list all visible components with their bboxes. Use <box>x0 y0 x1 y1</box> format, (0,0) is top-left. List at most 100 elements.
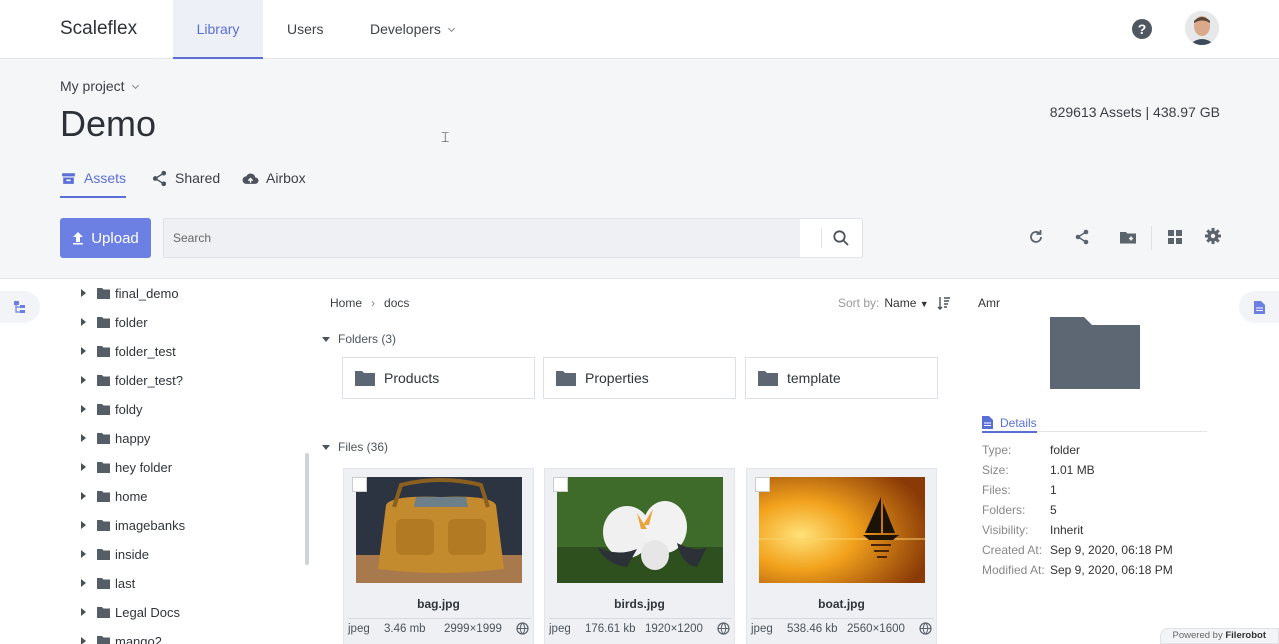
settings-icon[interactable] <box>1204 227 1222 245</box>
file-card[interactable]: boat.jpg jpeg 538.46 kb 2560×1600 <box>746 468 937 644</box>
tree-item[interactable]: home <box>81 486 148 506</box>
tree-item[interactable]: Legal Docs <box>81 602 180 622</box>
boat-image <box>759 477 925 583</box>
sort-selector[interactable]: Sort by: Name ▼ <box>838 296 929 310</box>
project-selector[interactable]: My project <box>60 78 139 94</box>
tree-item[interactable]: foldy <box>81 399 142 419</box>
detail-row: Visibility: Inherit <box>982 523 1083 537</box>
sort-icon[interactable] <box>937 296 951 310</box>
caret-right-icon[interactable] <box>81 637 86 644</box>
tree-item[interactable]: last <box>81 573 135 593</box>
caret-right-icon[interactable] <box>81 521 86 529</box>
caret-right-icon[interactable] <box>81 579 86 587</box>
new-folder-icon[interactable] <box>1119 228 1137 246</box>
chevron-down-icon <box>447 24 455 33</box>
files-section-toggle[interactable]: Files (36) <box>322 440 388 454</box>
caret-right-icon[interactable] <box>81 492 86 500</box>
caret-right-icon[interactable] <box>81 347 86 355</box>
file-meta: jpeg 538.46 kb 2560×1600 <box>751 618 934 638</box>
caret-right-icon[interactable] <box>81 376 86 384</box>
tree-scrollbar[interactable] <box>305 453 309 565</box>
caret-right-icon[interactable] <box>81 608 86 616</box>
tab-label: Shared <box>175 170 221 186</box>
tree-item-label: final_demo <box>115 285 179 301</box>
caret-right-icon[interactable] <box>81 289 86 297</box>
file-card[interactable]: birds.jpg jpeg 176.61 kb 1920×1200 <box>544 468 735 644</box>
breadcrumb-home[interactable]: Home <box>330 296 362 310</box>
folder-icon <box>97 577 110 589</box>
details-toggle-button[interactable] <box>1239 291 1279 323</box>
upload-icon <box>73 232 84 245</box>
tree-item-label: last <box>115 575 136 591</box>
globe-icon <box>919 622 932 635</box>
grid-view-icon[interactable] <box>1166 228 1184 246</box>
caret-right-icon[interactable] <box>81 550 86 558</box>
tab-shared[interactable]: Shared <box>151 170 220 198</box>
caret-right-icon[interactable] <box>81 434 86 442</box>
top-navbar: Scaleflex Library Users Developers ? <box>0 0 1279 59</box>
tree-item-label: Legal Docs <box>115 604 181 620</box>
tree-item[interactable]: mango2 <box>81 631 162 644</box>
file-thumbnail[interactable] <box>557 477 723 583</box>
tree-item[interactable]: inside <box>81 544 149 564</box>
share-icon[interactable] <box>1073 228 1091 246</box>
breadcrumb: Home › docs <box>330 296 409 310</box>
nav-tab-users[interactable]: Users <box>287 0 324 59</box>
caret-right-icon[interactable] <box>81 318 86 326</box>
folder-icon <box>97 374 110 386</box>
tree-toggle-button[interactable] <box>0 291 40 323</box>
detail-value: 1.01 MB <box>1050 463 1095 477</box>
tab-airbox[interactable]: Airbox <box>242 170 306 198</box>
search-icon[interactable] <box>832 229 850 247</box>
select-checkbox[interactable] <box>755 477 770 492</box>
tree-item[interactable]: folder_test <box>81 341 176 361</box>
folder-card[interactable]: template <box>745 357 938 399</box>
share-icon <box>152 170 167 187</box>
file-thumbnail[interactable] <box>759 477 925 583</box>
folder-card[interactable]: Properties <box>543 357 736 399</box>
caret-down-icon <box>322 444 330 450</box>
detail-row: Modified At: Sep 9, 2020, 06:18 PM <box>982 563 1173 577</box>
select-checkbox[interactable] <box>553 477 568 492</box>
folders-section-toggle[interactable]: Folders (3) <box>322 332 396 346</box>
avatar[interactable] <box>1185 11 1219 45</box>
detail-key: Folders: <box>982 503 1026 517</box>
breadcrumb-current: docs <box>384 296 410 310</box>
caret-right-icon[interactable] <box>81 405 86 413</box>
tree-item-label: happy <box>115 430 151 446</box>
text-cursor-icon: ⌶ <box>441 129 450 145</box>
details-toggle-icon <box>1253 300 1265 314</box>
refresh-icon[interactable] <box>1027 228 1045 246</box>
caret-right-icon[interactable] <box>81 463 86 471</box>
details-tab[interactable]: Details <box>982 414 1207 433</box>
file-card[interactable]: bag.jpg jpeg 3.46 mb 2999×1999 <box>343 468 534 644</box>
tab-assets[interactable]: Assets <box>60 170 127 198</box>
nav-tab-library[interactable]: Library <box>173 0 263 59</box>
search-divider <box>821 228 822 248</box>
tree-item[interactable]: hey folder <box>81 457 172 477</box>
search-input[interactable] <box>164 219 800 257</box>
tree-item[interactable]: folder_test? <box>81 370 183 390</box>
nav-tab-developers[interactable]: Developers <box>370 0 455 59</box>
select-checkbox[interactable] <box>352 477 367 492</box>
tree-item[interactable]: imagebanks <box>81 515 185 535</box>
powered-by-badge[interactable]: Powered by Filerobot <box>1159 628 1279 644</box>
powered-brand: Filerobot <box>1225 630 1266 641</box>
upload-button[interactable]: Upload <box>60 218 151 258</box>
section-label: Folders (3) <box>338 332 397 346</box>
help-icon[interactable]: ? <box>1132 19 1152 39</box>
folder-icon <box>97 287 110 299</box>
brand-logo[interactable]: Scaleflex <box>60 18 137 40</box>
birds-image <box>557 477 723 583</box>
tree-item[interactable]: happy <box>81 428 150 448</box>
tree-item[interactable]: final_demo <box>81 283 179 303</box>
file-size: 538.46 kb <box>787 622 838 635</box>
folder-card[interactable]: Products <box>342 357 535 399</box>
file-dimensions: 2999×1999 <box>444 622 502 635</box>
tree-item[interactable]: folder <box>81 312 148 332</box>
search-bar <box>163 218 863 258</box>
detail-key: Type: <box>982 443 1012 457</box>
tree-item-label: imagebanks <box>115 517 186 533</box>
file-thumbnail[interactable] <box>356 477 522 583</box>
file-meta: jpeg 176.61 kb 1920×1200 <box>549 618 732 638</box>
